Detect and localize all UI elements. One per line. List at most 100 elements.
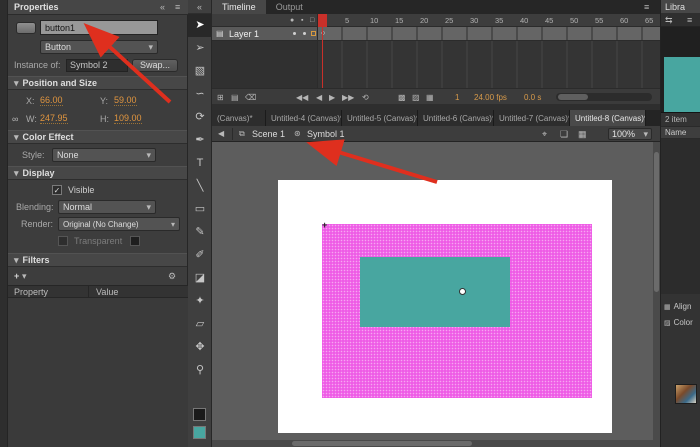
section-filters[interactable]: ▾ Filters (8, 253, 187, 267)
step-back-button[interactable]: ◀ (316, 93, 322, 102)
paint-bucket-tool[interactable]: ◪ (188, 267, 212, 290)
pencil-tool[interactable]: ✎ (188, 221, 212, 244)
go-to-first-frame-button[interactable]: ◀◀ (296, 93, 308, 102)
color-panel-tab[interactable]: ▨ Color (661, 316, 700, 329)
style-dropdown[interactable]: None ▾ (52, 148, 156, 162)
stage-h-scrollbar[interactable] (212, 440, 653, 447)
frame-number[interactable]: 15 (395, 16, 403, 25)
timeline-panel-menu-icon[interactable]: ≡ (644, 2, 649, 12)
selection-tool[interactable]: ➤ (188, 14, 212, 37)
symbol-type-dropdown[interactable]: Button ▾ (40, 40, 158, 54)
frame-number[interactable]: 20 (420, 16, 428, 25)
frame-number[interactable]: 65 (645, 16, 653, 25)
frame-ruler[interactable]: 15101520253035404550556065 (318, 14, 660, 27)
document-tab[interactable]: Untitled-7 (Canvas)* (494, 110, 570, 126)
onion-skin-button[interactable]: ▩ (398, 93, 406, 102)
w-value[interactable]: 247.95 (40, 113, 68, 124)
breadcrumb-symbol[interactable]: Symbol 1 (307, 129, 345, 139)
frame-number[interactable]: 50 (570, 16, 578, 25)
stage-pasteboard[interactable]: + (212, 142, 660, 447)
swap-button[interactable]: Swap... (132, 59, 178, 72)
layer-row-layer1[interactable]: ▤ Layer 1 (212, 27, 318, 41)
frame-number[interactable]: 30 (470, 16, 478, 25)
frame-number[interactable]: 40 (520, 16, 528, 25)
library-name-column-header[interactable]: Name (661, 126, 700, 139)
eraser-tool[interactable]: ▱ (188, 313, 212, 336)
onion-skin-outlines-button[interactable]: ▨ (412, 93, 420, 102)
tab-timeline[interactable]: Timeline (212, 0, 266, 14)
document-tab[interactable]: (Canvas)* (212, 110, 266, 126)
blending-dropdown[interactable]: Normal ▾ (58, 200, 156, 214)
instance-name-field[interactable]: button1 (40, 20, 158, 35)
transparent-color-swatch[interactable] (130, 236, 140, 246)
layer-lock-dot[interactable] (303, 32, 306, 35)
step-forward-button[interactable]: ▶▶ (342, 93, 354, 102)
document-tab[interactable]: Untitled-6 (Canvas)* (418, 110, 494, 126)
frame-rate-indicator[interactable]: 24.00 fps (474, 93, 507, 102)
frame-number[interactable]: 10 (370, 16, 378, 25)
section-display[interactable]: ▾ Display (8, 166, 187, 180)
pink-rectangle[interactable]: + (322, 224, 592, 398)
layer1-frame-strip[interactable]: ○ (318, 27, 660, 41)
show-hide-all-layers-icon[interactable]: ● (290, 17, 294, 24)
y-value[interactable]: 59.00 (114, 95, 137, 106)
eyedropper-tool[interactable]: ✦ (188, 290, 212, 313)
timeline-h-scrollbar[interactable] (556, 93, 652, 101)
outline-all-layers-icon[interactable]: □ (310, 17, 314, 24)
free-transform-tool[interactable]: ▧ (188, 60, 212, 83)
play-button[interactable]: ▶ (329, 93, 335, 102)
layer-name[interactable]: Layer 1 (229, 29, 259, 39)
h-value[interactable]: 109.00 (114, 113, 142, 124)
layer-visible-dot[interactable] (293, 32, 296, 35)
hand-tool[interactable]: ✥ (188, 336, 212, 359)
section-color-effect[interactable]: ▾ Color Effect (8, 130, 187, 144)
rotation-3d-tool[interactable]: ⟳ (188, 106, 212, 129)
library-pin-icon[interactable]: ⇆ (665, 15, 673, 26)
teal-rectangle[interactable] (360, 257, 510, 327)
document-tab[interactable]: Untitled-8 (Canvas)*× (570, 110, 646, 126)
section-position-and-size[interactable]: ▾ Position and Size (8, 76, 187, 90)
new-layer-button[interactable]: ⊞ (217, 93, 224, 102)
new-folder-button[interactable]: ▤ (231, 93, 239, 102)
rectangle-tool[interactable]: ▭ (188, 198, 212, 221)
center-frame-icon[interactable]: ⌖ (542, 129, 547, 140)
frames-empty-area[interactable] (318, 41, 660, 88)
document-tab[interactable]: Untitled-4 (Canvas)* (266, 110, 342, 126)
add-filter-button[interactable]: + (14, 271, 19, 281)
frame-number[interactable]: 45 (545, 16, 553, 25)
filter-dropdown-icon[interactable]: ▾ (22, 271, 27, 282)
link-wh-icon[interactable]: ∞ (12, 114, 18, 124)
frame-number[interactable]: 35 (495, 16, 503, 25)
frame-number[interactable]: 5 (345, 16, 349, 25)
layer-outline-swatch[interactable] (311, 31, 316, 36)
zoom-level-dropdown[interactable]: 100% ▾ (608, 128, 652, 140)
fill-color-chip[interactable] (193, 426, 206, 439)
tab-output[interactable]: Output (266, 0, 313, 14)
clip-content-icon[interactable]: ❏ (560, 129, 568, 140)
transparent-checkbox[interactable] (58, 236, 68, 246)
visible-checkbox[interactable]: ✓ (52, 185, 62, 195)
x-value[interactable]: 66.00 (40, 95, 63, 106)
line-tool[interactable]: ╲ (188, 175, 212, 198)
frame-number[interactable]: 60 (620, 16, 628, 25)
panel-collapse-icon[interactable]: « (160, 2, 165, 12)
edit-multiple-frames-button[interactable]: ▦ (426, 93, 434, 102)
align-panel-tab[interactable]: ▦ Align (661, 300, 700, 313)
timeline-h-scrollbar-thumb[interactable] (558, 94, 588, 100)
document-tab[interactable]: Untitled-5 (Canvas)* (342, 110, 418, 126)
loop-button[interactable]: ⟲ (362, 93, 369, 102)
library-panel-tab[interactable]: Libra (661, 0, 700, 13)
playhead-marker[interactable] (318, 14, 327, 27)
panel-menu-icon[interactable]: ≡ (175, 2, 180, 12)
frame-number[interactable]: 55 (595, 16, 603, 25)
stroke-color-chip[interactable] (193, 408, 206, 421)
back-button[interactable]: ◀ (218, 129, 224, 138)
frame-number[interactable]: 25 (445, 16, 453, 25)
stage-v-scrollbar[interactable] (653, 142, 660, 447)
pen-tool[interactable]: ✒ (188, 129, 212, 152)
library-menu-icon[interactable]: ≡ (687, 15, 692, 25)
delete-layer-button[interactable]: ⌫ (245, 93, 256, 102)
stage[interactable]: + (278, 180, 612, 433)
library-bitmap-thumbnail[interactable] (675, 384, 697, 404)
zoom-tool[interactable]: ⚲ (188, 359, 212, 382)
